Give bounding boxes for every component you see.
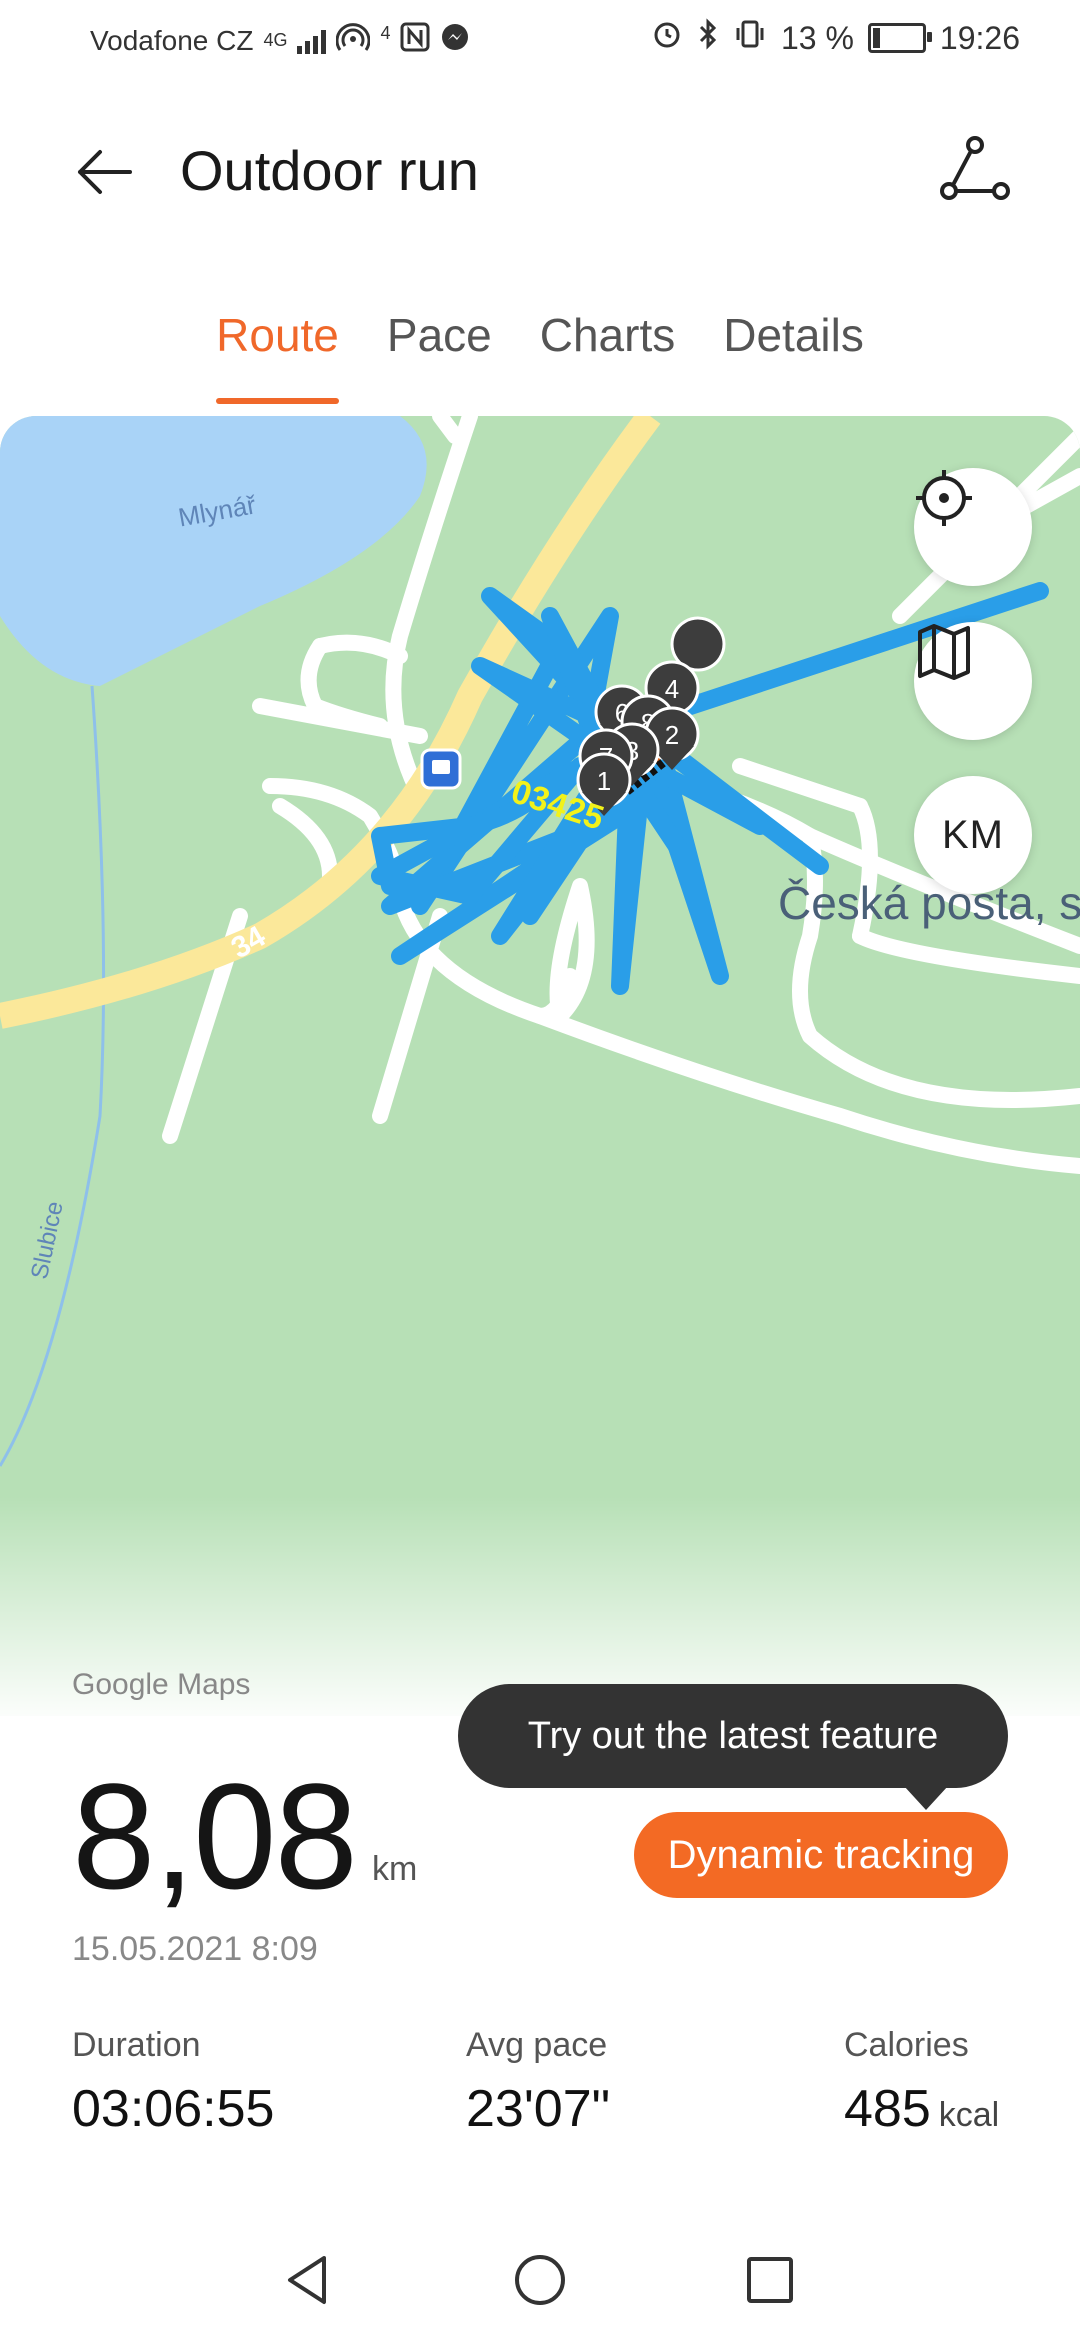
alarm-icon [651, 18, 683, 58]
tab-details[interactable]: Details [699, 300, 888, 390]
stat-value: 23'07" [466, 2079, 610, 2139]
tab-label: Pace [386, 309, 492, 361]
map-type-button[interactable] [914, 622, 1032, 740]
status-left: Vodafone CZ 4G 4 [90, 22, 470, 59]
page-title: Outdoor run [180, 139, 479, 202]
clock: 19:26 [939, 19, 1020, 56]
app-header: Outdoor run [0, 110, 1080, 230]
stat-value-text: 485 [844, 2080, 931, 2138]
km-markers-button[interactable]: KM [914, 776, 1032, 894]
network-type: 4G [263, 30, 288, 50]
vibrate-icon [733, 18, 767, 58]
triangle-back-icon [288, 2256, 326, 2304]
battery-icon [867, 23, 932, 53]
svg-text:1: 1 [597, 766, 611, 796]
route-share-button[interactable] [930, 124, 1020, 214]
stat-label: Avg pace [466, 2026, 608, 2064]
tab-route[interactable]: Route [192, 300, 363, 404]
battery-percent: 13 % [780, 19, 854, 56]
nav-home-button[interactable] [500, 2240, 580, 2320]
route-path-icon [940, 136, 1010, 200]
distance-unit: km [372, 1850, 418, 1888]
stat-avg-pace: Avg pace 23'07" [466, 2026, 610, 2139]
nfc-icon [400, 22, 430, 59]
hotspot-count: 4 [380, 23, 391, 43]
nav-back-button[interactable] [268, 2240, 348, 2320]
arrow-left-icon [78, 150, 132, 194]
stat-calories: Calories 485 kcal [844, 2026, 999, 2139]
messenger-icon [440, 22, 470, 59]
feature-tooltip: Try out the latest feature [458, 1684, 1008, 1810]
tab-underline [216, 398, 339, 404]
status-bar: Vodafone CZ 4G 4 13 % 19:26 [0, 0, 1080, 84]
summary-panel: Google Maps 8,08 km 15.05.2021 8:09 Try … [0, 1660, 1080, 2220]
stat-value: 485 kcal [844, 2079, 999, 2139]
tab-label: Charts [539, 309, 676, 361]
square-recents-icon [747, 2257, 793, 2303]
svg-text:4: 4 [665, 674, 679, 704]
nav-recents-button[interactable] [730, 2240, 810, 2320]
status-right: 13 % 19:26 [651, 18, 1020, 58]
signal-icon [297, 28, 327, 54]
tab-label: Details [723, 309, 864, 361]
km-button-label: KM [942, 812, 1004, 857]
tab-pace[interactable]: Pace [363, 300, 516, 390]
map-provider-label: Google Maps [72, 1668, 251, 1701]
tab-charts[interactable]: Charts [516, 300, 699, 390]
stat-value: 03:06:55 [72, 2079, 274, 2139]
back-button[interactable] [62, 130, 146, 214]
route-map[interactable]: 4 6 8 2 3 7 1 Mlynář Slubice 34 Česká po… [0, 416, 1080, 1716]
stat-value-text: 23'07" [466, 2080, 611, 2138]
distance-value: 8,08 [72, 1752, 358, 1920]
workout-date: 15.05.2021 8:09 [72, 1930, 318, 1968]
dynamic-tracking-button[interactable]: Dynamic tracking [634, 1812, 1008, 1898]
circle-home-icon [515, 2255, 565, 2305]
carrier-name: Vodafone CZ [90, 24, 254, 56]
stat-duration: Duration 03:06:55 [72, 2026, 274, 2139]
bus-stop-icon [420, 748, 462, 790]
stat-value-text: 03:06:55 [72, 2080, 275, 2138]
tab-bar: Route Pace Charts Details [0, 300, 1080, 404]
crosshair-icon [916, 470, 972, 526]
bluetooth-icon [697, 18, 719, 58]
stat-label: Duration [72, 2026, 201, 2064]
map-icon [918, 624, 970, 680]
poi-label: Česká posta, s.p [778, 877, 1080, 929]
stat-label: Calories [844, 2026, 969, 2064]
svg-text:2: 2 [665, 720, 679, 750]
recenter-button[interactable] [914, 468, 1032, 586]
hotspot-icon [335, 22, 371, 59]
system-nav-bar [0, 2220, 1080, 2340]
stat-unit: kcal [938, 2096, 1000, 2134]
tab-label: Route [216, 309, 339, 361]
river [0, 685, 106, 1467]
